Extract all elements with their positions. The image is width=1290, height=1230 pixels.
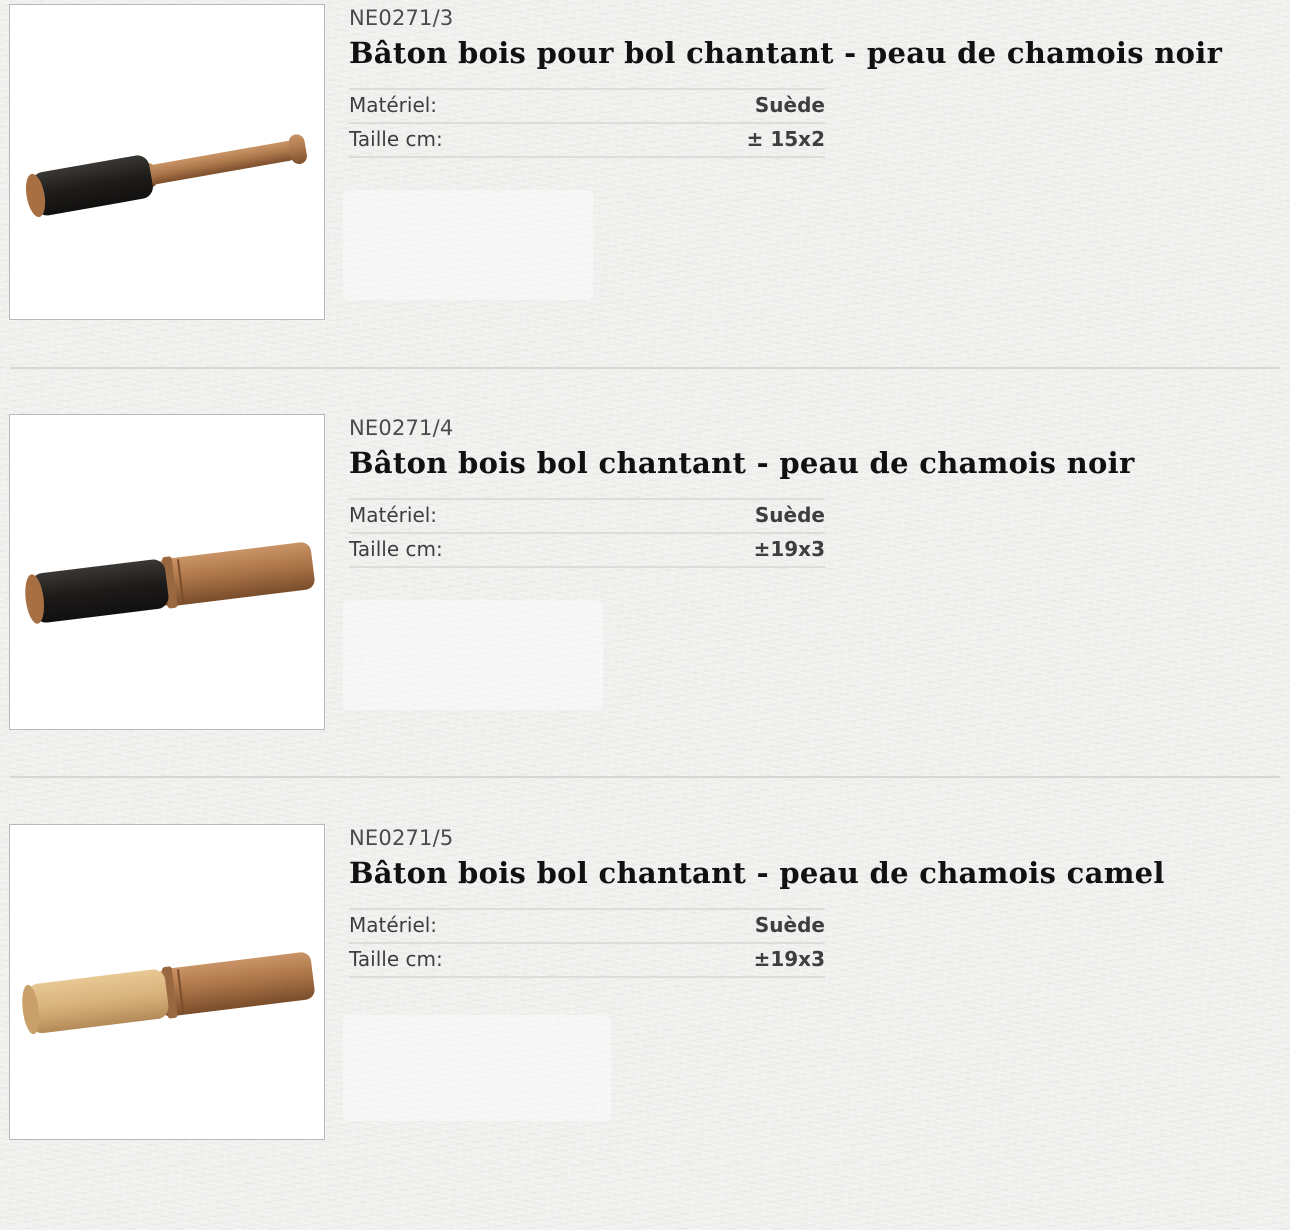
spec-label: Matériel: (349, 93, 438, 117)
product-title[interactable]: Bâton bois bol chantant - peau de chamoi… (349, 856, 1165, 890)
spec-value: ± 15x2 (746, 127, 825, 151)
spec-table: Matériel: Suède Taille cm: ±19x3 (349, 908, 825, 978)
spec-row-material: Matériel: Suède (349, 88, 825, 122)
section-divider (10, 367, 1280, 369)
spec-row-size: Taille cm: ± 15x2 (349, 122, 825, 158)
blank-panel (343, 190, 593, 300)
spec-row-size: Taille cm: ±19x3 (349, 532, 825, 568)
spec-label: Matériel: (349, 913, 438, 937)
product-listing-2: NE0271/4 Bâton bois bol chantant - peau … (0, 410, 1290, 820)
spec-row-size: Taille cm: ±19x3 (349, 942, 825, 978)
spec-table: Matériel: Suède Taille cm: ±19x3 (349, 498, 825, 568)
product-title[interactable]: Bâton bois pour bol chantant - peau de c… (349, 36, 1222, 70)
spec-row-material: Matériel: Suède (349, 498, 825, 532)
spec-value: ±19x3 (753, 537, 825, 561)
spec-table: Matériel: Suède Taille cm: ± 15x2 (349, 88, 825, 158)
product-sku: NE0271/5 (349, 826, 454, 850)
product-listing-1: NE0271/3 Bâton bois pour bol chantant - … (0, 0, 1290, 410)
product-sku: NE0271/4 (349, 416, 454, 440)
spec-row-material: Matériel: Suède (349, 908, 825, 942)
product-sku: NE0271/3 (349, 6, 454, 30)
spec-label: Taille cm: (349, 947, 443, 971)
spec-label: Matériel: (349, 503, 438, 527)
spec-value: ±19x3 (753, 947, 825, 971)
spec-label: Taille cm: (349, 537, 443, 561)
mallet-thick-camel-icon (22, 952, 315, 1035)
product-listing-3: NE0271/5 Bâton bois bol chantant - peau … (0, 820, 1290, 1230)
spec-value: Suède (754, 913, 825, 937)
product-image[interactable] (9, 4, 325, 320)
product-image[interactable] (9, 824, 325, 1140)
product-image[interactable] (9, 414, 325, 730)
spec-value: Suède (754, 503, 825, 527)
product-title[interactable]: Bâton bois bol chantant - peau de chamoi… (349, 446, 1135, 480)
blank-panel (343, 1015, 611, 1121)
mallet-thick-black-icon (25, 542, 315, 624)
spec-value: Suède (754, 93, 825, 117)
blank-panel (343, 600, 603, 710)
section-divider (10, 776, 1280, 778)
spec-label: Taille cm: (349, 127, 443, 151)
mallet-thin-black-icon (25, 134, 307, 218)
